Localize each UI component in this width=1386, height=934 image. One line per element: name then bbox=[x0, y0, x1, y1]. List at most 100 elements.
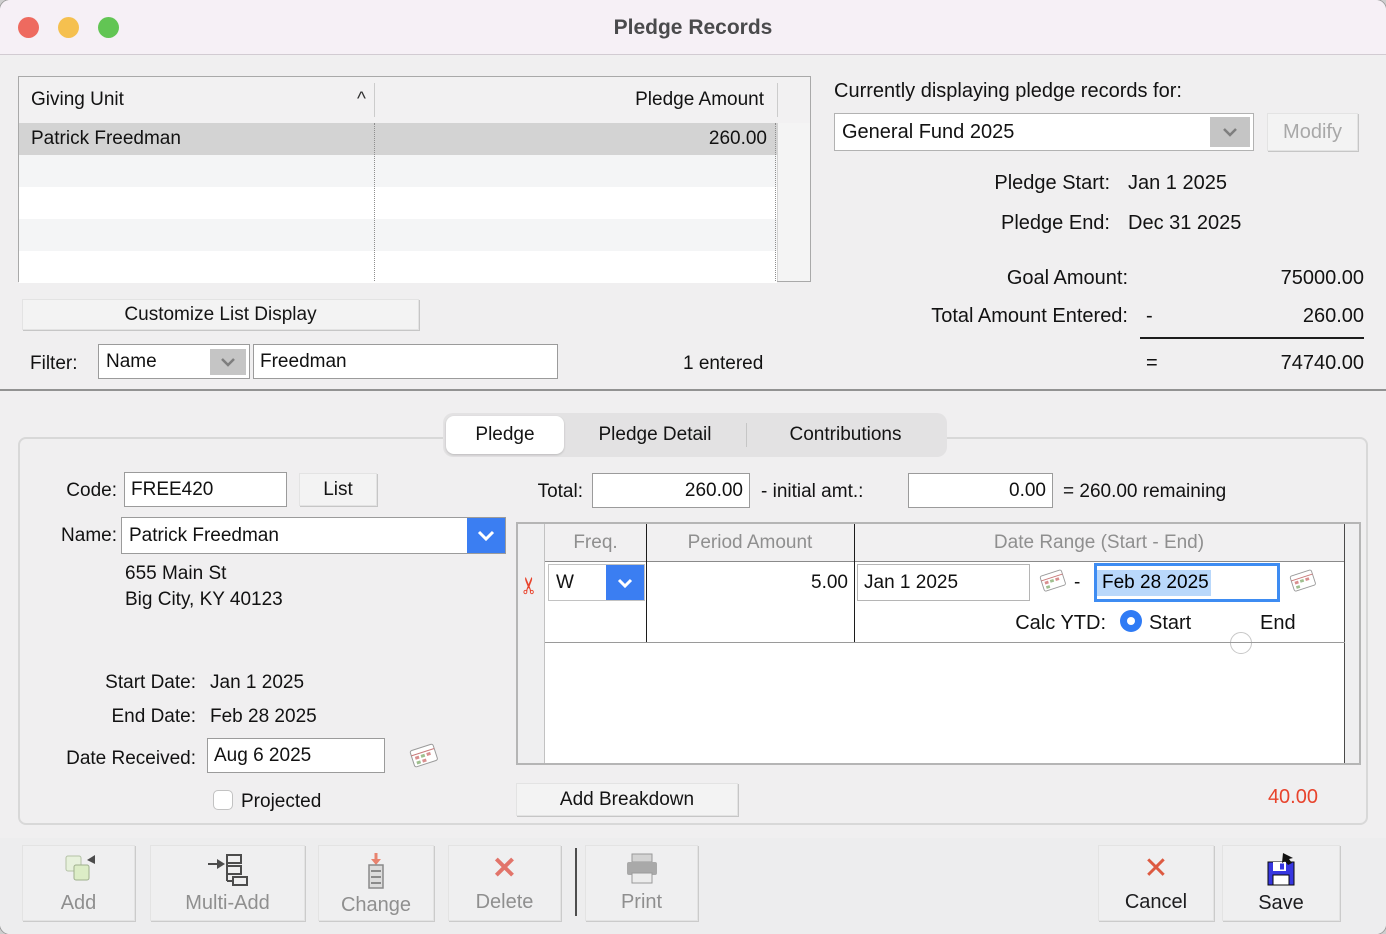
minimize-window-icon[interactable] bbox=[58, 17, 79, 38]
table-row-empty[interactable] bbox=[19, 187, 777, 219]
calc-ytd-start-label: Start bbox=[1149, 612, 1191, 635]
add-breakdown-label: Add Breakdown bbox=[560, 789, 694, 811]
name-label: Name: bbox=[30, 525, 117, 547]
pledge-start-label: Pledge Start: bbox=[994, 172, 1110, 195]
add-button-label: Add bbox=[61, 893, 97, 913]
pledge-end-value: Dec 31 2025 bbox=[1128, 212, 1241, 235]
tab-contributions[interactable]: Contributions bbox=[747, 416, 944, 454]
table-right-strip bbox=[1344, 524, 1359, 763]
cancel-button[interactable]: ✕ Cancel bbox=[1098, 845, 1214, 921]
initial-amount-input[interactable] bbox=[908, 473, 1053, 508]
toolbar-divider bbox=[575, 848, 577, 916]
chevron-down-icon[interactable] bbox=[467, 518, 505, 553]
table-row-empty[interactable] bbox=[19, 219, 777, 251]
tab-bar: Pledge Pledge Detail Contributions bbox=[443, 413, 947, 457]
print-button[interactable]: Print bbox=[585, 845, 698, 921]
fund-panel-heading: Currently displaying pledge records for: bbox=[834, 80, 1182, 103]
multi-add-button-label: Multi-Add bbox=[185, 893, 269, 913]
add-button[interactable]: Add bbox=[22, 845, 135, 921]
filter-label: Filter: bbox=[30, 353, 78, 375]
pledge-end-label: Pledge End: bbox=[1001, 212, 1110, 235]
print-button-label: Print bbox=[621, 892, 662, 912]
code-input[interactable] bbox=[124, 472, 287, 507]
delete-button[interactable]: ✕ Delete bbox=[448, 845, 561, 921]
table-row-empty[interactable] bbox=[19, 251, 777, 283]
chevron-down-icon[interactable] bbox=[1210, 117, 1250, 147]
date-received-input[interactable] bbox=[207, 738, 385, 773]
delete-row-scissors-icon[interactable]: ✂ bbox=[516, 576, 543, 595]
table-row-empty[interactable] bbox=[19, 155, 777, 187]
pledge-start-value: Jan 1 2025 bbox=[1128, 172, 1227, 195]
tab-pledge[interactable]: Pledge bbox=[446, 416, 564, 454]
column-divider-dotted bbox=[775, 123, 776, 281]
save-button[interactable]: Save bbox=[1222, 845, 1340, 921]
change-icon bbox=[362, 852, 390, 895]
cell-giving-unit: Patrick Freedman bbox=[19, 128, 387, 150]
title-bar: Pledge Records bbox=[0, 0, 1386, 55]
column-header-giving-unit[interactable]: Giving Unit bbox=[31, 89, 124, 111]
filter-field-select[interactable]: Name bbox=[98, 344, 250, 379]
end-date-value: Feb 28 2025 bbox=[210, 706, 317, 728]
tab-pledge-detail[interactable]: Pledge Detail bbox=[564, 416, 746, 454]
column-header-pledge-amount[interactable]: Pledge Amount bbox=[635, 89, 764, 111]
calendar-icon[interactable] bbox=[408, 742, 440, 775]
modify-button-label: Modify bbox=[1283, 121, 1342, 144]
filter-value-input[interactable] bbox=[253, 344, 558, 379]
tab-pledge-label: Pledge bbox=[475, 424, 534, 446]
delete-x-icon: ✕ bbox=[492, 852, 517, 886]
delete-button-label: Delete bbox=[476, 892, 534, 912]
start-date-label: Start Date: bbox=[30, 672, 196, 694]
close-window-icon[interactable] bbox=[18, 17, 39, 38]
calc-ytd-start-radio[interactable] bbox=[1120, 610, 1142, 632]
frequency-select[interactable]: W bbox=[548, 564, 645, 601]
tab-pledge-detail-label: Pledge Detail bbox=[598, 424, 711, 446]
total-label: Total: bbox=[516, 481, 583, 503]
address-line2: Big City, KY 40123 bbox=[125, 589, 283, 611]
remaining-amount-value: 74740.00 bbox=[1281, 352, 1364, 375]
add-breakdown-button[interactable]: Add Breakdown bbox=[516, 783, 738, 816]
multi-add-button[interactable]: Multi-Add bbox=[150, 845, 305, 921]
period-amount-value[interactable]: 5.00 bbox=[658, 572, 848, 594]
projected-label: Projected bbox=[241, 791, 321, 813]
print-icon bbox=[621, 852, 663, 891]
customize-list-display-button[interactable]: Customize List Display bbox=[22, 299, 419, 330]
change-button[interactable]: Change bbox=[318, 845, 434, 921]
fund-select-value: General Fund 2025 bbox=[835, 121, 1210, 144]
column-rule bbox=[646, 524, 647, 642]
column-divider bbox=[777, 83, 778, 117]
total-input[interactable] bbox=[592, 473, 750, 508]
name-select[interactable]: Patrick Freedman bbox=[121, 517, 506, 554]
table-scrollbar[interactable] bbox=[777, 123, 810, 281]
calc-ytd-label: Calc YTD: bbox=[818, 612, 1106, 635]
modify-button[interactable]: Modify bbox=[1267, 113, 1358, 151]
giving-unit-table-header[interactable]: Giving Unit ^ Pledge Amount bbox=[19, 77, 810, 124]
save-button-label: Save bbox=[1258, 893, 1304, 913]
name-select-value: Patrick Freedman bbox=[122, 525, 467, 547]
customize-list-display-label: Customize List Display bbox=[124, 304, 316, 326]
chevron-down-icon[interactable] bbox=[606, 565, 644, 600]
minus-sign: - bbox=[1146, 305, 1153, 328]
breakdown-table: Freq. Period Amount Date Range (Start - … bbox=[516, 522, 1361, 765]
projected-checkbox[interactable] bbox=[213, 790, 233, 810]
table-row-selected[interactable]: Patrick Freedman 260.00 bbox=[19, 123, 777, 155]
column-divider-dotted bbox=[374, 123, 375, 281]
zoom-window-icon[interactable] bbox=[98, 17, 119, 38]
code-label: Code: bbox=[30, 480, 117, 502]
subtraction-rule bbox=[1140, 337, 1364, 339]
list-button[interactable]: List bbox=[299, 473, 377, 506]
calendar-icon[interactable] bbox=[1288, 568, 1318, 599]
fund-select[interactable]: General Fund 2025 bbox=[834, 113, 1254, 151]
tab-contributions-label: Contributions bbox=[790, 424, 902, 446]
date-range-end-value: Feb 28 2025 bbox=[1097, 570, 1211, 596]
end-date-label: End Date: bbox=[30, 706, 196, 728]
date-range-end-input-focused[interactable]: Feb 28 2025 bbox=[1094, 563, 1280, 602]
calc-ytd-end-radio[interactable] bbox=[1230, 632, 1252, 654]
row-bottom-border bbox=[545, 642, 1345, 643]
multi-add-icon bbox=[205, 852, 251, 893]
initial-amount-label: - initial amt.: bbox=[761, 481, 863, 503]
list-button-label: List bbox=[323, 479, 353, 501]
chevron-down-icon[interactable] bbox=[210, 349, 246, 375]
entered-count: 1 entered bbox=[683, 353, 763, 375]
calendar-icon[interactable] bbox=[1038, 568, 1068, 599]
date-range-start-input[interactable] bbox=[857, 564, 1030, 601]
